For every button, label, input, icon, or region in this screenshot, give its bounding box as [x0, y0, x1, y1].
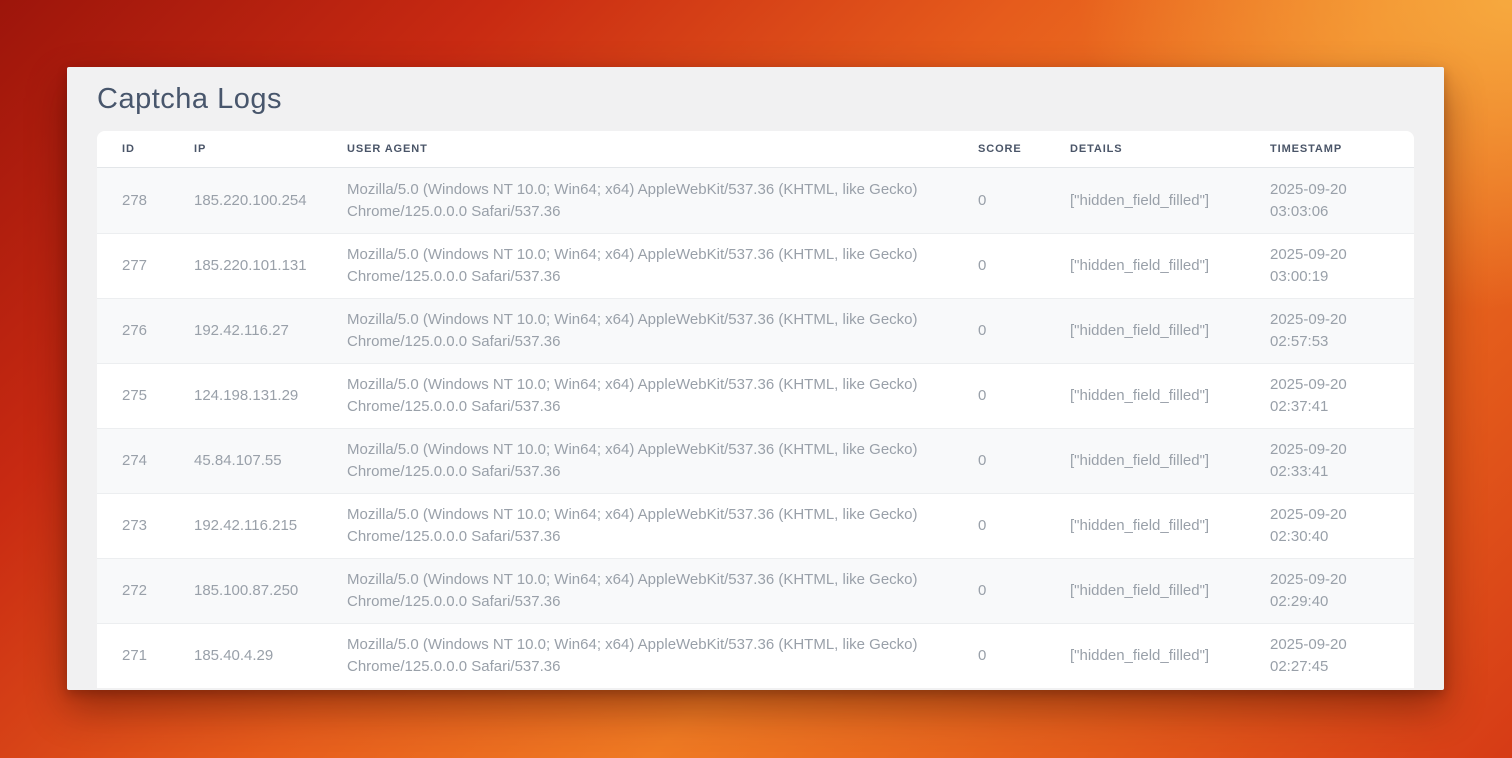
captcha-logs-card: Captcha Logs ID IP USER AGENT SCORE DETA…	[67, 67, 1444, 690]
captcha-logs-table: ID IP USER AGENT SCORE DETAILS TIMESTAMP…	[97, 131, 1414, 688]
cell-ip: 185.220.101.131	[194, 255, 347, 277]
column-header-timestamp: TIMESTAMP	[1270, 143, 1414, 155]
cell-ip: 185.40.4.29	[194, 645, 347, 667]
cell-user-agent: Mozilla/5.0 (Windows NT 10.0; Win64; x64…	[347, 504, 978, 548]
table-row: 274 45.84.107.55 Mozilla/5.0 (Windows NT…	[97, 428, 1414, 493]
cell-ip: 124.198.131.29	[194, 385, 347, 407]
cell-score: 0	[978, 515, 1070, 537]
column-header-score: SCORE	[978, 143, 1070, 155]
page-title: Captcha Logs	[97, 82, 1414, 116]
cell-user-agent: Mozilla/5.0 (Windows NT 10.0; Win64; x64…	[347, 634, 978, 678]
cell-timestamp: 2025-09-20 02:27:45	[1270, 634, 1414, 678]
cell-score: 0	[978, 255, 1070, 277]
cell-timestamp: 2025-09-20 02:33:41	[1270, 439, 1414, 483]
cell-details: ["hidden_field_filled"]	[1070, 190, 1270, 212]
cell-score: 0	[978, 645, 1070, 667]
page-background: Captcha Logs ID IP USER AGENT SCORE DETA…	[0, 0, 1512, 758]
cell-timestamp: 2025-09-20 03:03:06	[1270, 179, 1414, 223]
column-header-user-agent: USER AGENT	[347, 143, 978, 155]
cell-user-agent: Mozilla/5.0 (Windows NT 10.0; Win64; x64…	[347, 309, 978, 353]
cell-id: 278	[97, 190, 194, 212]
cell-ip: 45.84.107.55	[194, 450, 347, 472]
cell-score: 0	[978, 450, 1070, 472]
cell-timestamp: 2025-09-20 02:29:40	[1270, 569, 1414, 613]
column-header-id: ID	[97, 143, 194, 155]
cell-id: 272	[97, 580, 194, 602]
cell-ip: 185.220.100.254	[194, 190, 347, 212]
cell-score: 0	[978, 190, 1070, 212]
cell-ip: 192.42.116.215	[194, 515, 347, 537]
cell-details: ["hidden_field_filled"]	[1070, 580, 1270, 602]
table-row: 271 185.40.4.29 Mozilla/5.0 (Windows NT …	[97, 623, 1414, 688]
table-row: 277 185.220.101.131 Mozilla/5.0 (Windows…	[97, 233, 1414, 298]
cell-score: 0	[978, 320, 1070, 342]
column-header-ip: IP	[194, 143, 347, 155]
cell-details: ["hidden_field_filled"]	[1070, 255, 1270, 277]
table-body: 278 185.220.100.254 Mozilla/5.0 (Windows…	[97, 168, 1414, 688]
cell-id: 275	[97, 385, 194, 407]
cell-details: ["hidden_field_filled"]	[1070, 645, 1270, 667]
table-row: 276 192.42.116.27 Mozilla/5.0 (Windows N…	[97, 298, 1414, 363]
cell-user-agent: Mozilla/5.0 (Windows NT 10.0; Win64; x64…	[347, 569, 978, 613]
cell-user-agent: Mozilla/5.0 (Windows NT 10.0; Win64; x64…	[347, 374, 978, 418]
cell-id: 276	[97, 320, 194, 342]
cell-ip: 185.100.87.250	[194, 580, 347, 602]
cell-score: 0	[978, 580, 1070, 602]
cell-score: 0	[978, 385, 1070, 407]
cell-user-agent: Mozilla/5.0 (Windows NT 10.0; Win64; x64…	[347, 439, 978, 483]
cell-timestamp: 2025-09-20 02:37:41	[1270, 374, 1414, 418]
cell-timestamp: 2025-09-20 02:57:53	[1270, 309, 1414, 353]
table-row: 272 185.100.87.250 Mozilla/5.0 (Windows …	[97, 558, 1414, 623]
table-row: 275 124.198.131.29 Mozilla/5.0 (Windows …	[97, 363, 1414, 428]
cell-id: 274	[97, 450, 194, 472]
cell-id: 277	[97, 255, 194, 277]
cell-user-agent: Mozilla/5.0 (Windows NT 10.0; Win64; x64…	[347, 244, 978, 288]
cell-details: ["hidden_field_filled"]	[1070, 320, 1270, 342]
cell-id: 273	[97, 515, 194, 537]
cell-details: ["hidden_field_filled"]	[1070, 515, 1270, 537]
cell-timestamp: 2025-09-20 03:00:19	[1270, 244, 1414, 288]
table-row: 278 185.220.100.254 Mozilla/5.0 (Windows…	[97, 168, 1414, 233]
cell-id: 271	[97, 645, 194, 667]
table-row: 273 192.42.116.215 Mozilla/5.0 (Windows …	[97, 493, 1414, 558]
cell-details: ["hidden_field_filled"]	[1070, 385, 1270, 407]
table-header-row: ID IP USER AGENT SCORE DETAILS TIMESTAMP	[97, 131, 1414, 168]
cell-user-agent: Mozilla/5.0 (Windows NT 10.0; Win64; x64…	[347, 179, 978, 223]
cell-details: ["hidden_field_filled"]	[1070, 450, 1270, 472]
cell-timestamp: 2025-09-20 02:30:40	[1270, 504, 1414, 548]
column-header-details: DETAILS	[1070, 143, 1270, 155]
cell-ip: 192.42.116.27	[194, 320, 347, 342]
